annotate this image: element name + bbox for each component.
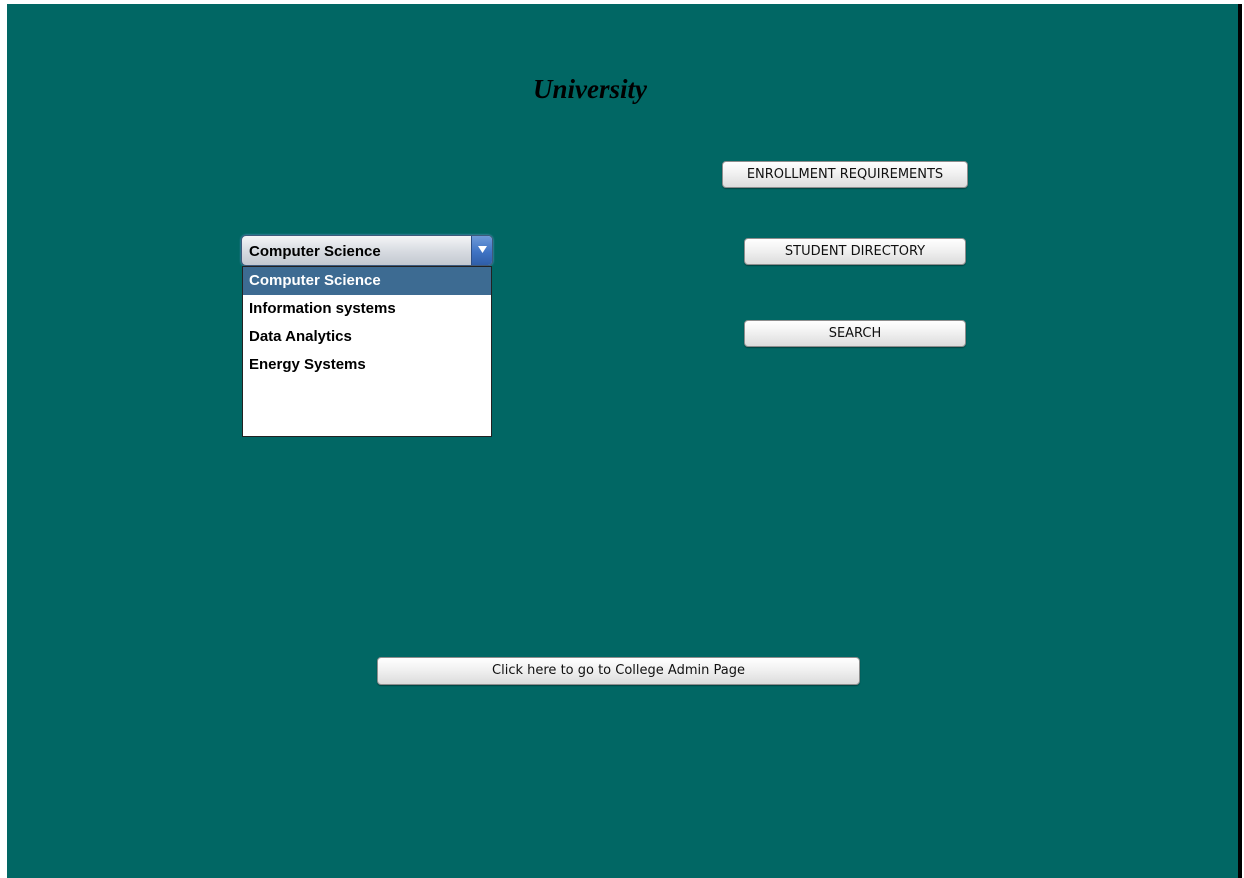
program-dropdown-value: Computer Science bbox=[249, 243, 381, 260]
dropdown-arrow-button[interactable] bbox=[471, 236, 492, 265]
program-options-list[interactable]: Computer Science Information systems Dat… bbox=[242, 266, 492, 437]
enrollment-requirements-button[interactable]: ENROLLMENT REQUIREMENTS bbox=[722, 161, 968, 188]
page-title: University bbox=[533, 74, 647, 104]
window-edge bbox=[1238, 4, 1242, 878]
app-window bbox=[7, 4, 1238, 878]
college-admin-page-button[interactable]: Click here to go to College Admin Page bbox=[377, 657, 860, 685]
list-item-information-systems[interactable]: Information systems bbox=[243, 295, 491, 323]
chevron-down-icon bbox=[478, 246, 487, 253]
list-item-energy-systems[interactable]: Energy Systems bbox=[243, 351, 491, 379]
list-item-data-analytics[interactable]: Data Analytics bbox=[243, 323, 491, 351]
student-directory-button[interactable]: STUDENT DIRECTORY bbox=[744, 238, 966, 265]
search-button[interactable]: SEARCH bbox=[744, 320, 966, 347]
list-item-computer-science[interactable]: Computer Science bbox=[243, 267, 491, 295]
program-dropdown[interactable]: Computer Science bbox=[241, 235, 493, 266]
